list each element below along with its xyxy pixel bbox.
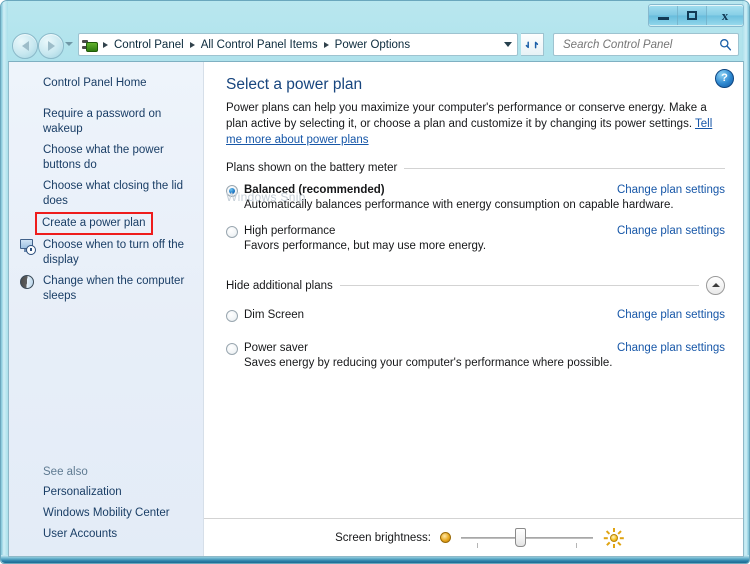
main-content: ? Select a power plan Power plans can he… <box>204 62 743 556</box>
radio-power-saver[interactable] <box>226 343 238 355</box>
plan-row: High performance Change plan settings <box>226 225 725 238</box>
breadcrumb-separator-icon <box>189 41 195 48</box>
brightness-slider-track <box>461 536 593 539</box>
page-title: Select a power plan <box>226 76 363 93</box>
window-frame-left-edge <box>1 1 8 563</box>
address-dropdown-chevron-down-icon[interactable] <box>504 42 512 47</box>
client-area: Control Panel Home Require a password on… <box>8 61 744 557</box>
plan-row: Power saver Change plan settings <box>226 342 725 355</box>
maximize-icon <box>687 11 697 20</box>
power-options-window: x Control Panel All Control Panel Items … <box>0 0 750 564</box>
brightness-slider-tick <box>576 542 577 548</box>
radio-dim-screen[interactable] <box>226 310 238 322</box>
sidebar-item-control-panel-home[interactable]: Control Panel Home <box>9 73 203 94</box>
plan-description-power-saver: Saves energy by reducing your computer's… <box>244 357 613 369</box>
group-header-additional-plans: Hide additional plans <box>226 276 725 295</box>
search-box[interactable] <box>553 33 739 56</box>
plan-dim-screen: Dim Screen Change plan settings <box>226 309 725 322</box>
breadcrumb-separator-icon <box>323 41 329 48</box>
plan-name-high-performance[interactable]: High performance <box>244 225 335 237</box>
maximize-button[interactable] <box>678 6 707 25</box>
sidebar-item-create-power-plan[interactable]: Create a power plan <box>35 212 153 235</box>
group-header-divider <box>339 285 699 286</box>
refresh-button[interactable] <box>521 33 544 56</box>
sidebar-item-choose-power-buttons[interactable]: Choose what the power buttons do <box>9 140 203 176</box>
breadcrumb-all-control-panel-items[interactable]: All Control Panel Items <box>198 39 321 51</box>
plan-row: Balanced (recommended) Change plan setti… <box>226 184 725 197</box>
search-input[interactable] <box>561 37 715 52</box>
forward-button[interactable] <box>38 33 64 59</box>
breadcrumb-separator-icon <box>103 41 108 48</box>
change-plan-settings-high-performance[interactable]: Change plan settings <box>617 225 725 237</box>
see-also-label: See also <box>43 466 88 478</box>
navigation-bar: Control Panel All Control Panel Items Po… <box>8 29 744 61</box>
help-icon[interactable]: ? <box>715 69 734 88</box>
group-header-label: Plans shown on the battery meter <box>226 162 398 174</box>
intro-text-body: Power plans can help you maximize your c… <box>226 102 707 130</box>
control-panel-icon <box>82 37 98 53</box>
sidebar-item-require-password-on-wakeup[interactable]: Require a password on wakeup <box>9 104 203 140</box>
breadcrumb-power-options[interactable]: Power Options <box>332 39 413 51</box>
search-icon <box>720 39 732 51</box>
see-also-section: See also Personalization Windows Mobilit… <box>9 466 204 545</box>
window-controls: x <box>648 4 744 27</box>
refresh-icon <box>525 40 539 48</box>
screen-brightness-label: Screen brightness: <box>335 531 431 544</box>
plan-balanced: Balanced (recommended) Change plan setti… <box>226 184 725 211</box>
dim-sun-icon <box>440 532 451 543</box>
arrow-left-icon <box>21 41 29 51</box>
see-also-link-windows-mobility-center[interactable]: Windows Mobility Center <box>9 503 204 524</box>
moon-icon <box>19 274 35 290</box>
sidebar-item-label: Change when the computer sleeps <box>43 275 185 302</box>
recent-pages-chevron-down-icon[interactable] <box>65 42 73 46</box>
brightness-slider-thumb[interactable] <box>515 527 527 547</box>
sidebar-item-choose-turn-off-display[interactable]: Choose when to turn off the display <box>9 235 203 271</box>
change-plan-settings-balanced[interactable]: Change plan settings <box>617 184 725 196</box>
close-button[interactable]: x <box>707 6 743 25</box>
plan-description-balanced: Automatically balances performance with … <box>244 199 674 211</box>
chevron-up-icon <box>711 283 720 287</box>
plan-name-balanced[interactable]: Balanced (recommended) <box>244 184 385 196</box>
change-plan-settings-power-saver[interactable]: Change plan settings <box>617 342 725 354</box>
minimize-button[interactable] <box>649 6 678 25</box>
screen-brightness-bar: Screen brightness: <box>204 518 743 556</box>
sidebar-item-label: Choose when to turn off the display <box>43 239 185 266</box>
change-plan-settings-dim-screen[interactable]: Change plan settings <box>617 309 725 321</box>
address-bar[interactable]: Control Panel All Control Panel Items Po… <box>78 33 518 56</box>
arrow-right-icon <box>47 41 55 51</box>
plan-power-saver: Power saver Change plan settings Saves e… <box>226 342 725 369</box>
plan-name-dim-screen[interactable]: Dim Screen <box>244 309 304 321</box>
intro-text: Power plans can help you maximize your c… <box>226 100 725 148</box>
brightness-slider[interactable] <box>461 527 593 549</box>
minimize-icon <box>657 17 669 20</box>
title-bar: x <box>1 1 749 29</box>
group-header-battery-meter: Plans shown on the battery meter <box>226 162 725 174</box>
close-icon: x <box>721 8 729 23</box>
group-header-divider <box>404 167 725 169</box>
plan-high-performance: High performance Change plan settings Fa… <box>226 225 725 252</box>
brightness-slider-tick <box>477 542 478 548</box>
sidebar-item-choose-closing-lid[interactable]: Choose what closing the lid does <box>9 176 203 212</box>
sidebar-item-change-computer-sleeps[interactable]: Change when the computer sleeps <box>9 271 203 307</box>
plan-description-high-performance: Favors performance, but may use more ene… <box>244 240 487 252</box>
back-button[interactable] <box>12 33 38 59</box>
sidebar: Control Panel Home Require a password on… <box>9 62 204 556</box>
radio-high-performance[interactable] <box>226 226 238 238</box>
see-also-link-personalization[interactable]: Personalization <box>9 482 204 503</box>
collapse-additional-plans-button[interactable] <box>706 276 725 295</box>
see-also-link-user-accounts[interactable]: User Accounts <box>9 524 204 545</box>
plan-name-power-saver[interactable]: Power saver <box>244 342 308 354</box>
sidebar-item-create-power-plan-wrapper: Create a power plan <box>9 212 203 235</box>
radio-balanced[interactable] <box>226 185 238 197</box>
plan-row: Dim Screen Change plan settings <box>226 309 725 322</box>
breadcrumb-control-panel[interactable]: Control Panel <box>111 39 187 51</box>
group-header-label: Hide additional plans <box>226 279 333 292</box>
display-clock-icon <box>19 238 36 255</box>
bright-sun-icon <box>605 527 623 548</box>
